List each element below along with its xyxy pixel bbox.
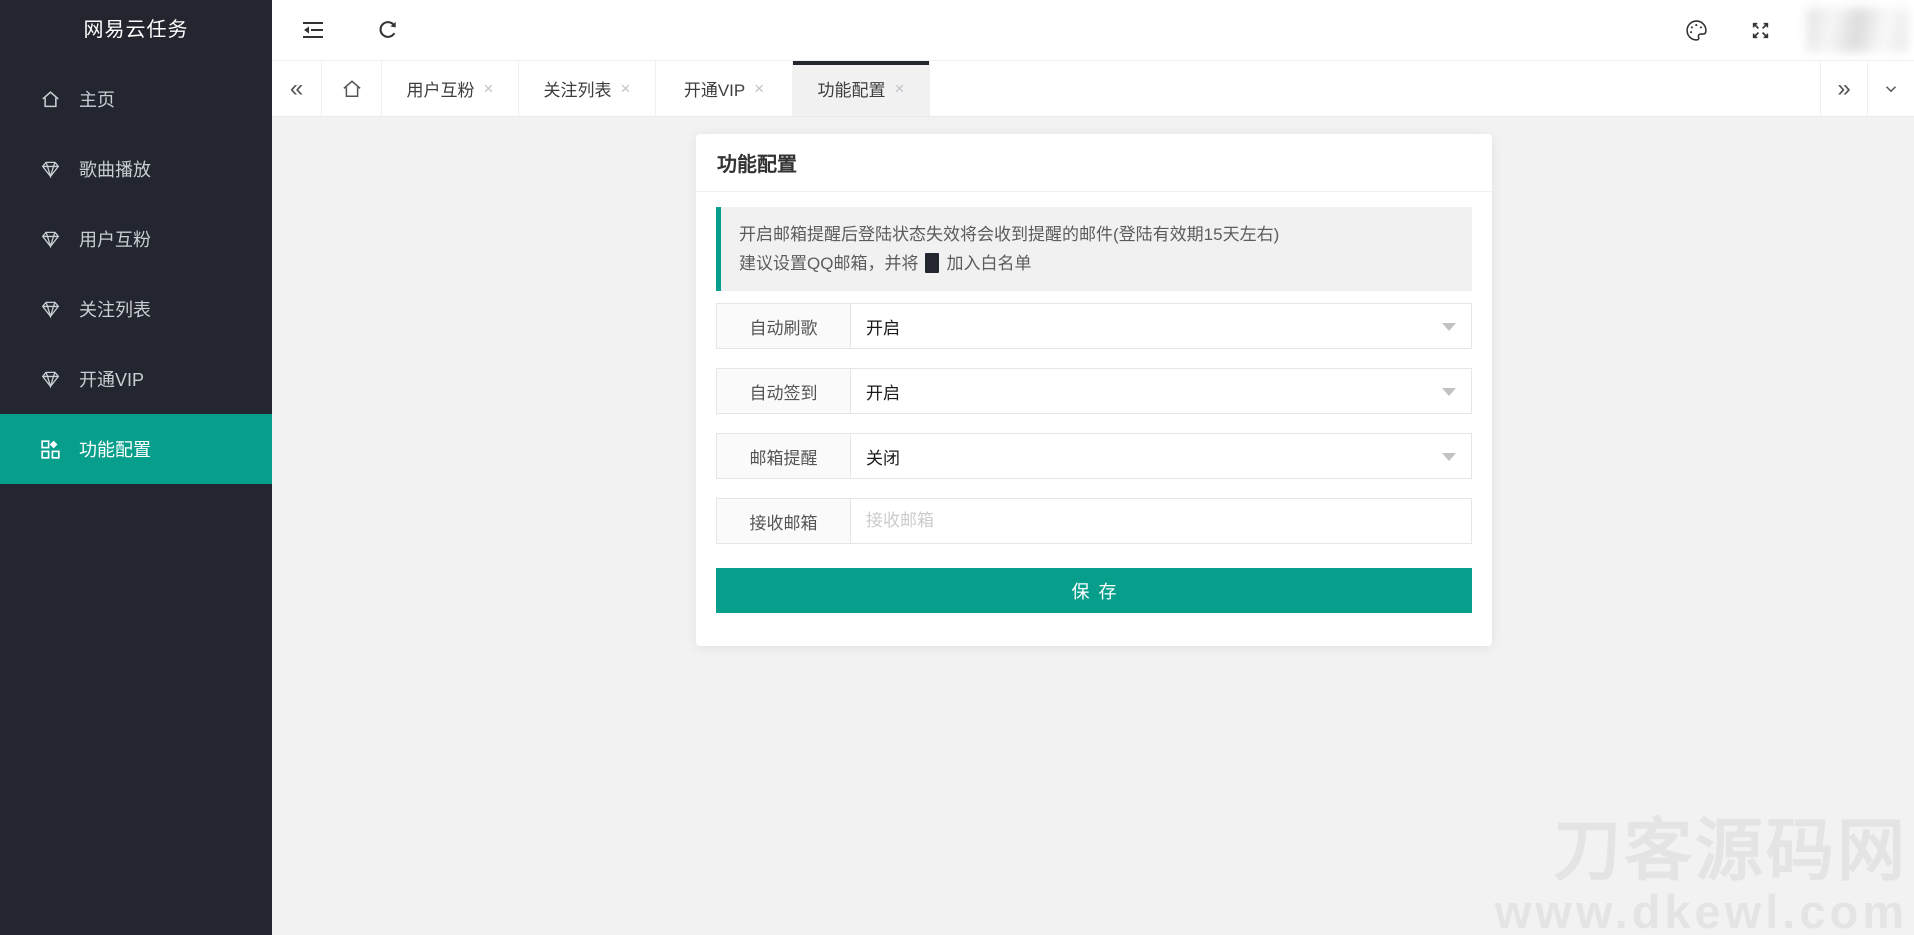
sidebar-item-label: 开通VIP [79,370,145,390]
watermark-line1: 刀客源码网 [1552,813,1908,889]
sidebar-menu: 主页 歌曲播放 用户互粉 关注列表 开通VIP 功能配置 [0,61,272,484]
site-watermark: 刀客源码网 www.dkewl.com [1495,817,1908,935]
tab-label: 关注列表 [543,81,612,100]
tab-bar: « 用户互粉 × 关注列表 × 开通VIP × 功能配置 × » [272,61,1914,117]
select-value: 关闭 [866,448,900,468]
caret-down-icon [1442,453,1456,461]
sidebar-item-label: 功能配置 [79,440,151,460]
gem-icon [40,369,60,389]
tab-label: 用户互粉 [406,81,475,100]
tab-user-follow[interactable]: 用户互粉 × [382,61,519,116]
feature-config-card: 功能配置 开启邮箱提醒后登陆状态失效将会收到提醒的邮件(登陆有效期15天左右) … [696,134,1492,646]
redacted-email-block [925,253,940,273]
sidebar-item-open-vip[interactable]: 开通VIP [0,344,272,414]
select-value: 开启 [866,318,900,338]
app-title: 网易云任务 [83,19,189,41]
gem-icon [40,299,60,319]
grid-icon [40,439,60,459]
fullscreen-icon[interactable] [1743,10,1777,50]
form-row-auto-play: 自动刷歌 开启 [716,303,1472,349]
sidebar-item-label: 主页 [79,90,115,110]
close-icon[interactable]: × [484,80,494,97]
sidebar-item-user-follow[interactable]: 用户互粉 [0,204,272,274]
theme-palette-icon[interactable] [1679,10,1713,50]
tabs-menu-chevron-down-icon[interactable] [1867,61,1914,116]
tab-label: 功能配置 [817,81,886,100]
caret-down-icon [1442,323,1456,331]
user-account-blurred[interactable] [1807,8,1908,52]
field-label: 自动刷歌 [717,304,851,348]
receive-email-input[interactable] [866,511,1471,531]
receive-email-cell [851,499,1471,543]
save-button[interactable]: 保存 [716,568,1472,613]
refresh-icon[interactable] [364,0,410,60]
field-label: 自动签到 [717,369,851,413]
main-content: 刀客源码网 www.dkewl.com 功能配置 开启邮箱提醒后登陆状态失效将会… [272,117,1914,935]
auto-play-select[interactable]: 开启 [851,304,1471,348]
tabs-scroll-left-icon[interactable]: « [272,61,322,116]
sidebar-item-label: 关注列表 [79,300,151,320]
home-icon [342,79,362,99]
sidebar: 网易云任务 主页 歌曲播放 用户互粉 关注列表 开通VIP 功能配置 [0,0,272,935]
form-row-email-remind: 邮箱提醒 关闭 [716,433,1472,479]
sidebar-item-home[interactable]: 主页 [0,64,272,134]
tab-feature-config[interactable]: 功能配置 × [793,61,930,116]
header-right-tools [1679,0,1914,60]
gem-icon [40,159,60,179]
gem-icon [40,229,60,249]
top-header [272,0,1914,61]
tabs-scroll-right-icon[interactable]: » [1820,61,1867,116]
form-row-auto-signin: 自动签到 开启 [716,368,1472,414]
form-row-receive-email: 接收邮箱 [716,498,1472,544]
auto-signin-select[interactable]: 开启 [851,369,1471,413]
tab-open-vip[interactable]: 开通VIP × [656,61,793,116]
sidebar-item-label: 歌曲播放 [79,160,151,180]
tab-label: 开通VIP [683,81,746,100]
field-label: 接收邮箱 [717,499,851,543]
close-icon[interactable]: × [754,80,764,97]
tab-home[interactable] [322,61,382,116]
card-title: 功能配置 [696,134,1492,192]
tab-bar-right-controls: » [1820,61,1914,116]
notice-line1: 开启邮箱提醒后登陆状态失效将会收到提醒的邮件(登陆有效期15天左右) [739,225,1280,244]
close-icon[interactable]: × [895,80,905,97]
tab-follow-list[interactable]: 关注列表 × [519,61,656,116]
field-label: 邮箱提醒 [717,434,851,478]
sidebar-item-song-play[interactable]: 歌曲播放 [0,134,272,204]
email-remind-select[interactable]: 关闭 [851,434,1471,478]
card-body: 开启邮箱提醒后登陆状态失效将会收到提醒的邮件(登陆有效期15天左右) 建议设置Q… [696,192,1492,613]
sidebar-item-label: 用户互粉 [79,230,151,250]
sidebar-fold-icon[interactable] [290,0,336,60]
notice-box: 开启邮箱提醒后登陆状态失效将会收到提醒的邮件(登陆有效期15天左右) 建议设置Q… [716,207,1472,291]
sidebar-item-feature-config[interactable]: 功能配置 [0,414,272,484]
sidebar-item-follow-list[interactable]: 关注列表 [0,274,272,344]
notice-line2: 建议设置QQ邮箱，并将 加入白名单 [739,253,1032,273]
watermark-line2: www.dkewl.com [1494,885,1908,935]
select-value: 开启 [866,383,900,403]
caret-down-icon [1442,388,1456,396]
close-icon[interactable]: × [621,80,631,97]
home-icon [40,89,60,109]
